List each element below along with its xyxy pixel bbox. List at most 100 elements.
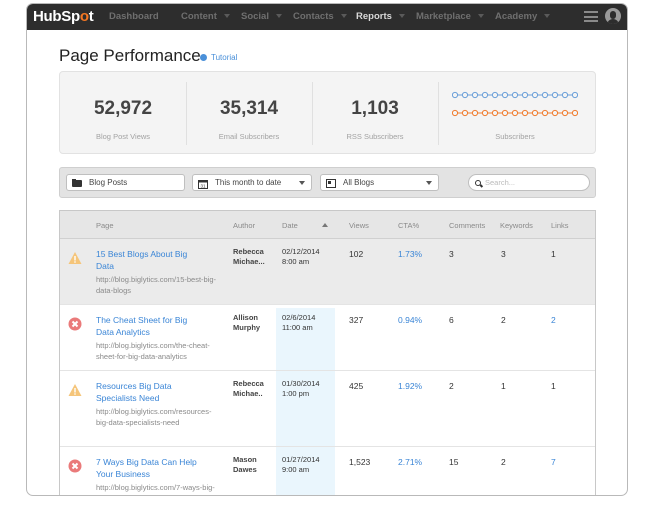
chevron-down-icon <box>398 14 405 19</box>
sparkline-blue-point <box>461 91 469 99</box>
sparkline-blue-point <box>471 91 479 99</box>
keywords-value: 2 <box>501 457 506 467</box>
search-input[interactable] <box>485 178 575 187</box>
column-header-date[interactable]: Date <box>282 221 298 230</box>
sparkline-orange-point <box>521 109 529 117</box>
nav-marketplace[interactable]: Marketplace <box>416 11 484 22</box>
nav-label: Reports <box>356 11 392 22</box>
column-header-comments[interactable]: Comments <box>449 221 485 230</box>
page-url: http://blog.biglytics.com/7-ways-big-dat… <box>96 483 215 495</box>
sort-ascending-icon[interactable] <box>322 223 328 227</box>
date-range-select[interactable]: 31 This month to date <box>192 174 312 191</box>
sparkline-orange-point <box>452 109 459 117</box>
publish-date: 01/30/2014 1:00 pm <box>282 379 337 399</box>
chevron-down-icon <box>477 14 484 19</box>
publish-date: 02/12/2014 8:00 am <box>282 247 337 267</box>
column-header-links[interactable]: Links <box>551 221 569 230</box>
table-row[interactable]: 15 Best Blogs About Big Data http://blog.… <box>60 239 595 305</box>
filter-value: All Blogs <box>343 178 375 187</box>
comments-value: 3 <box>449 249 454 259</box>
author-name: Rebecca Michae... <box>233 247 265 266</box>
comments-value: 2 <box>449 381 454 391</box>
error-icon <box>68 459 82 473</box>
filter-bar: Blog Posts 31 This month to date All Blo… <box>59 167 596 198</box>
publish-date: 02/6/2014 11:00 am <box>282 313 337 333</box>
page-title-link[interactable]: Resources Big Data Specialists Need <box>96 380 206 404</box>
nav-reports[interactable]: Reports <box>356 11 405 22</box>
author-name: Mason Dawes <box>233 455 257 474</box>
column-header-page[interactable]: Page <box>96 221 114 230</box>
content-type-filter[interactable]: Blog Posts <box>66 174 185 191</box>
column-header-cta[interactable]: CTA% <box>398 221 419 230</box>
date-value: 01/27/2014 <box>282 455 320 464</box>
sparkline-blue-point <box>541 91 549 99</box>
logo-text-end: t <box>88 8 94 25</box>
table-row[interactable]: The Cheat Sheet for Big Data Analytics ht… <box>60 305 595 371</box>
sparkline-orange-point <box>531 109 539 117</box>
column-header-keywords[interactable]: Keywords <box>500 221 533 230</box>
page-title-link[interactable]: 7 Ways Big Data Can Help Your Business <box>96 456 206 480</box>
nav-academy[interactable]: Academy <box>495 11 551 22</box>
user-avatar-icon[interactable] <box>605 8 621 24</box>
nav-label: Academy <box>495 11 538 22</box>
tutorial-link[interactable]: Tutorial <box>200 53 237 62</box>
sparkline-blue-point <box>561 91 569 99</box>
filter-value: Blog Posts <box>89 178 128 187</box>
nav-label: Social <box>241 11 269 22</box>
hubspot-logo[interactable]: HubSpot <box>33 8 94 25</box>
date-value: 02/6/2014 <box>282 313 316 322</box>
sparkline-blue-point <box>481 91 489 99</box>
table-header: Page Author Date Views CTA% Comments Key… <box>60 211 595 239</box>
nav-social[interactable]: Social <box>241 11 282 22</box>
app-window: HubSpot Dashboard Content Social Contact… <box>26 3 628 496</box>
nav-label: Marketplace <box>416 11 471 22</box>
keywords-value: 3 <box>501 249 506 259</box>
date-value: 02/12/2014 <box>282 247 320 256</box>
sparkline-blue-point <box>521 91 529 99</box>
chevron-down-icon <box>299 181 305 185</box>
nav-label: Contacts <box>293 11 334 22</box>
chevron-down-icon <box>340 14 347 19</box>
table-row[interactable]: Resources Big Data Specialists Need http:… <box>60 371 595 447</box>
sparkline-orange-point <box>571 109 578 117</box>
nav-dashboard[interactable]: Dashboard <box>109 11 159 22</box>
nav-content[interactable]: Content <box>181 11 230 22</box>
stat-value: 35,314 <box>219 98 279 119</box>
sparkline-blue-point <box>452 91 459 99</box>
search-box[interactable] <box>468 174 590 191</box>
svg-text:31: 31 <box>200 183 206 188</box>
top-navbar: HubSpot Dashboard Content Social Contact… <box>27 4 627 30</box>
table-row[interactable]: 7 Ways Big Data Can Help Your Business ht… <box>60 447 595 495</box>
page-title-link[interactable]: 15 Best Blogs About Big Data <box>96 248 206 272</box>
nav-contacts[interactable]: Contacts <box>293 11 347 22</box>
folder-icon <box>72 178 82 187</box>
sparkline-blue-point <box>531 91 539 99</box>
links-value[interactable]: 7 <box>551 457 556 467</box>
sparkline-orange-point <box>481 109 489 117</box>
nav-label: Content <box>181 11 217 22</box>
column-header-views[interactable]: Views <box>349 221 369 230</box>
stat-blog-post-views: 52,972 Blog Post Views <box>60 72 186 153</box>
hamburger-icon[interactable] <box>584 11 598 22</box>
page-url: http://blog.biglytics.com/resources-big-… <box>96 407 212 427</box>
page-url: http://blog.biglytics.com/the-cheat-shee… <box>96 341 210 361</box>
keywords-value: 2 <box>501 315 506 325</box>
pages-table: Page Author Date Views CTA% Comments Key… <box>59 210 596 495</box>
links-value: 1 <box>551 249 556 259</box>
blog-select[interactable]: All Blogs <box>320 174 439 191</box>
stat-label: Blog Post Views <box>95 132 151 141</box>
sparkline-orange-point <box>551 109 559 117</box>
page-title: Page Performance <box>59 46 201 65</box>
page-title-link[interactable]: The Cheat Sheet for Big Data Analytics <box>96 314 206 338</box>
calendar-icon: 31 <box>198 179 208 189</box>
links-value[interactable]: 2 <box>551 315 556 325</box>
sparkline-blue-point <box>551 91 559 99</box>
warning-icon <box>68 251 82 265</box>
keywords-value: 1 <box>501 381 506 391</box>
search-icon <box>475 179 481 186</box>
stat-label: Email Subscribers <box>218 132 280 141</box>
column-header-author[interactable]: Author <box>233 221 255 230</box>
sparkline-blue-point <box>501 91 509 99</box>
blog-icon <box>326 178 336 188</box>
nav-label: Dashboard <box>109 11 159 22</box>
